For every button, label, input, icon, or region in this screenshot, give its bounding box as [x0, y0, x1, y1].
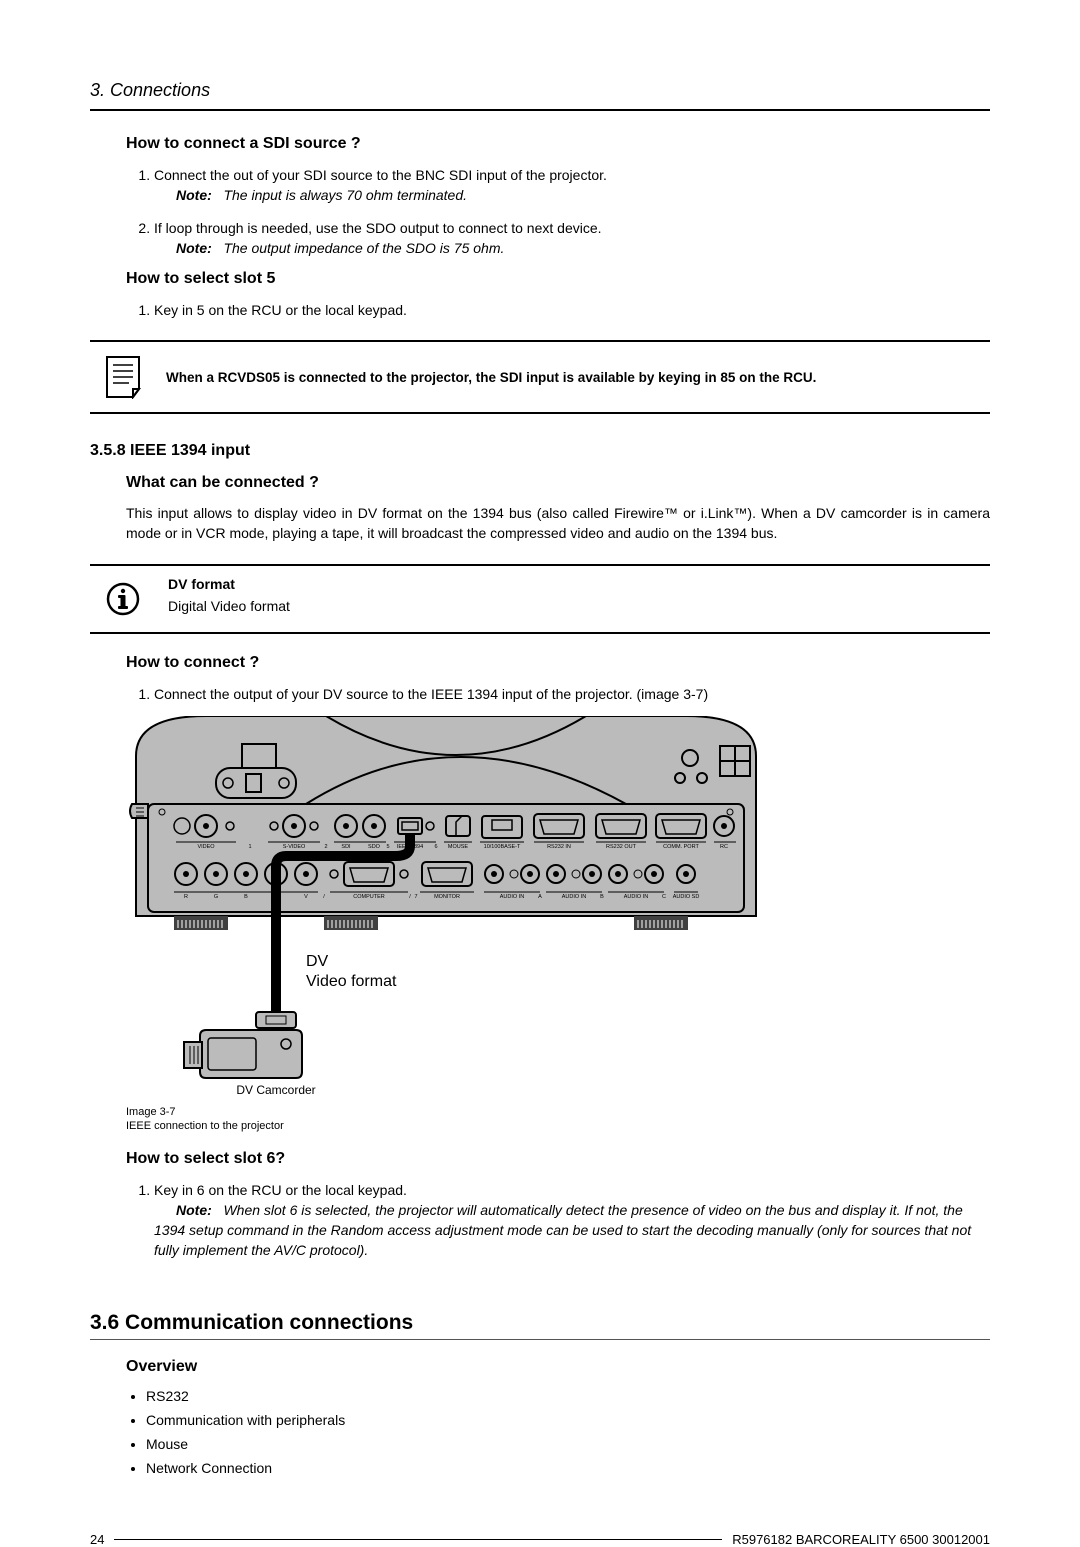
notepad-icon [100, 354, 146, 400]
def-term: DV format [168, 576, 290, 592]
sdi-step-1: Connect the out of your SDI source to th… [154, 165, 990, 206]
callout-text: When a RCVDS05 is connected to the proje… [166, 370, 980, 385]
callout-top-rule [90, 340, 990, 342]
how-connect-steps: Connect the output of your DV source to … [140, 684, 990, 704]
definition-dv-format: DV format Digital Video format [90, 572, 990, 626]
sdi-step-1-text: Connect the out of your SDI source to th… [154, 167, 607, 183]
label-audiosd: AUDIO SD [673, 894, 700, 900]
label-b: B [244, 894, 248, 900]
label-computer: COMPUTER [353, 894, 385, 900]
footer-meta: R5976182 BARCOREALITY 6500 30012001 [732, 1532, 990, 1547]
footer-rule [114, 1539, 722, 1540]
def-top-rule [90, 564, 990, 566]
label-monitor: MONITOR [434, 894, 460, 900]
heading-slot5: How to select slot 5 [126, 270, 990, 288]
h2-divider [90, 1339, 990, 1340]
label-7: 7 [414, 894, 417, 900]
sdi-step-2-text: If loop through is needed, use the SDO o… [154, 220, 602, 236]
heading-3-6: 3.6 Communication connections [90, 1311, 990, 1335]
slot5-step-1: Key in 5 on the RCU or the local keypad. [154, 300, 990, 320]
slot6-steps: Key in 6 on the RCU or the local keypad.… [140, 1180, 990, 1261]
heading-sdi: How to connect a SDI source ? [126, 135, 990, 153]
sdi-step-1-note: The input is always 70 ohm terminated. [223, 187, 467, 203]
heading-how-connect: How to connect ? [126, 654, 990, 672]
overview-item-rs232: RS232 [146, 1388, 990, 1404]
info-icon [100, 576, 146, 622]
sdi-step-2-note: The output impedance of the SDO is 75 oh… [223, 240, 504, 256]
figure-caption-line1: Image 3-7 [126, 1105, 990, 1119]
label-v: V [304, 894, 308, 900]
how-connect-step-1: Connect the output of your DV source to … [154, 684, 990, 704]
what-connected-text: This input allows to display video in DV… [126, 504, 990, 543]
heading-what-connected: What can be connected ? [126, 474, 990, 492]
sdi-step-2: If loop through is needed, use the SDO o… [154, 218, 990, 259]
label-sdi: SDI [341, 844, 351, 850]
note-prefix: Note: [176, 1202, 212, 1218]
figure-caption-line2: IEEE connection to the projector [126, 1119, 990, 1133]
label-base: 10/100BASE-T [484, 844, 521, 850]
label-video: VIDEO [197, 844, 215, 850]
header-divider [90, 109, 990, 111]
label-5: 5 [386, 844, 389, 850]
label-mouse: MOUSE [448, 844, 469, 850]
slot5-steps: Key in 5 on the RCU or the local keypad. [140, 300, 990, 320]
figure-caption: Image 3-7 IEEE connection to the project… [126, 1105, 990, 1134]
label-6: 6 [434, 844, 437, 850]
callout-bottom-rule [90, 412, 990, 414]
overview-list: RS232 Communication with peripherals Mou… [146, 1388, 990, 1476]
label-rs232in: RS232 IN [547, 844, 571, 850]
overview-item-network: Network Connection [146, 1460, 990, 1476]
figure-video-format-label: Video format [306, 973, 397, 990]
label-r: R [184, 894, 188, 900]
label-a: A [538, 894, 542, 900]
overview-item-peripherals: Communication with peripherals [146, 1412, 990, 1428]
heading-overview: Overview [126, 1358, 990, 1376]
sdi-steps: Connect the out of your SDI source to th… [140, 165, 990, 258]
slot6-step-1: Key in 6 on the RCU or the local keypad.… [154, 1180, 990, 1261]
label-b2: B [600, 894, 604, 900]
heading-slot6: How to select slot 6? [126, 1150, 990, 1168]
overview-item-mouse: Mouse [146, 1436, 990, 1452]
page-header-chapter: 3. Connections [90, 80, 990, 101]
note-prefix: Note: [176, 240, 212, 256]
page-footer: 24 R5976182 BARCOREALITY 6500 30012001 [90, 1532, 990, 1547]
label-rs232out: RS232 OUT [606, 844, 637, 850]
footer-page-number: 24 [90, 1532, 104, 1547]
slot6-note: When slot 6 is selected, the projector w… [154, 1202, 971, 1259]
label-audio-b: AUDIO IN [562, 894, 586, 900]
figure-camcorder-label: DV Camcorder [236, 1083, 315, 1096]
label-c: C [662, 894, 666, 900]
def-bottom-rule [90, 632, 990, 634]
label-svideo: S-VIDEO [283, 844, 306, 850]
label-commport: COMM. PORT [663, 844, 699, 850]
label-rc: RC [720, 844, 728, 850]
label-2: 2 [324, 844, 327, 850]
def-text: Digital Video format [168, 598, 290, 614]
note-prefix: Note: [176, 187, 212, 203]
label-audio-c: AUDIO IN [624, 894, 648, 900]
label-g: G [214, 894, 218, 900]
label-audio-a: AUDIO IN [500, 894, 524, 900]
figure-dv-label: DV [306, 953, 329, 970]
figure-3-7: VIDEO 1 S-VIDEO 2 SDI SDO 5 IEEE 1394 6 … [126, 716, 990, 1099]
slot6-step-text: Key in 6 on the RCU or the local keypad. [154, 1182, 407, 1198]
label-sdo: SDO [368, 844, 381, 850]
label-1: 1 [248, 844, 251, 850]
callout-rcvds05: When a RCVDS05 is connected to the proje… [90, 348, 990, 406]
heading-3-5-8: 3.5.8 IEEE 1394 input [90, 442, 990, 460]
